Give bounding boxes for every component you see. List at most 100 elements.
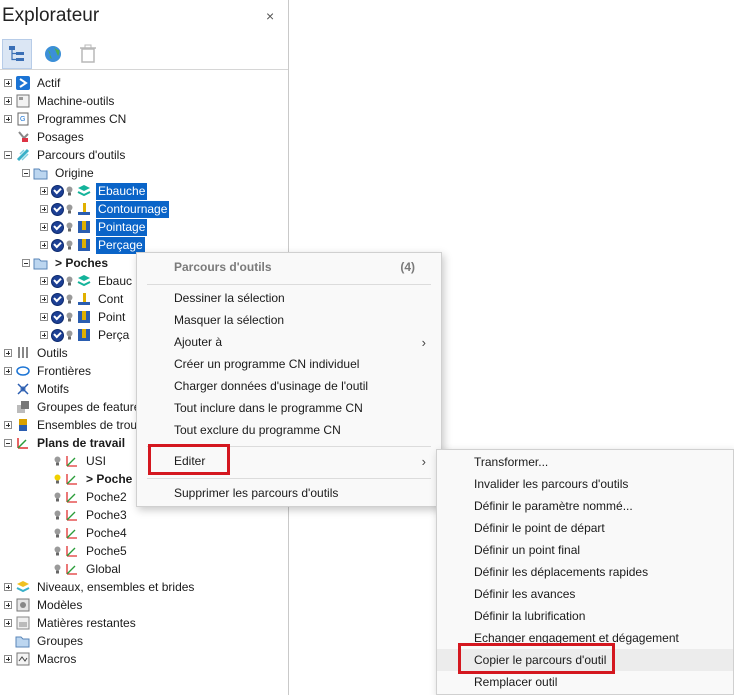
lightbulb-icon[interactable]: [66, 222, 73, 232]
toolpath-item[interactable]: Cont: [40, 290, 125, 308]
lightbulb-icon[interactable]: [54, 510, 61, 520]
toolpath-item[interactable]: Perçage: [40, 236, 145, 254]
collapse-icon[interactable]: [4, 151, 12, 159]
submenu-item-start-point[interactable]: Définir le point de départ: [437, 517, 733, 539]
active-check-icon[interactable]: [51, 292, 64, 306]
active-check-icon[interactable]: [51, 238, 64, 252]
collapse-icon[interactable]: [4, 439, 12, 447]
lightbulb-icon[interactable]: [54, 546, 61, 556]
tree-item-origine[interactable]: Origine: [22, 164, 96, 182]
submenu-item-named-parameter[interactable]: Définir le paramètre nommé...: [437, 495, 733, 517]
active-check-icon[interactable]: [51, 184, 64, 198]
expand-icon[interactable]: [4, 421, 12, 429]
submenu-item-replace-tool[interactable]: Remplacer outil: [437, 671, 733, 693]
lightbulb-icon[interactable]: [66, 330, 73, 340]
expand-icon[interactable]: [40, 223, 48, 231]
submenu-item-feeds[interactable]: Définir les avances: [437, 583, 733, 605]
lightbulb-icon[interactable]: [66, 186, 73, 196]
expand-icon[interactable]: [4, 115, 12, 123]
tree-item-machine-outils[interactable]: Machine-outils: [4, 92, 116, 110]
toolpath-item[interactable]: Ebauche: [40, 182, 148, 200]
workplane-item[interactable]: Global: [54, 560, 123, 578]
tree-item-niveaux[interactable]: Niveaux, ensembles et brides: [4, 578, 196, 596]
lightbulb-icon[interactable]: [66, 240, 73, 250]
menu-item-load-tool-data[interactable]: Charger données d'usinage de l'outil: [137, 375, 441, 397]
lightbulb-icon[interactable]: [66, 276, 73, 286]
tree-item-posages[interactable]: Posages: [4, 128, 86, 146]
toolpath-item[interactable]: Pointage: [40, 218, 148, 236]
submenu-item-transform[interactable]: Transformer...: [437, 451, 733, 473]
tree-item-modeles[interactable]: Modèles: [4, 596, 84, 614]
trash-icon[interactable]: [73, 39, 103, 69]
workplane-item[interactable]: USI: [54, 452, 108, 470]
expand-icon[interactable]: [4, 97, 12, 105]
expand-icon[interactable]: [4, 367, 12, 375]
workplane-item[interactable]: > Poche: [54, 470, 134, 488]
active-check-icon[interactable]: [51, 274, 64, 288]
expand-icon[interactable]: [4, 583, 12, 591]
tree-item-plans-travail[interactable]: Plans de travail: [4, 434, 127, 452]
close-icon[interactable]: ×: [266, 8, 274, 24]
toolpath-item[interactable]: Contournage: [40, 200, 170, 218]
expand-icon[interactable]: [40, 331, 48, 339]
tree-item-matieres[interactable]: Matières restantes: [4, 614, 138, 632]
tree-item-outils[interactable]: Outils: [4, 344, 70, 362]
lightbulb-icon[interactable]: [54, 564, 61, 574]
lightbulb-icon[interactable]: [54, 474, 61, 484]
active-check-icon[interactable]: [51, 220, 64, 234]
expand-icon[interactable]: [4, 601, 12, 609]
lightbulb-icon[interactable]: [54, 492, 61, 502]
menu-item-include-all[interactable]: Tout inclure dans le programme CN: [137, 397, 441, 419]
submenu-item-coolant[interactable]: Définir la lubrification: [437, 605, 733, 627]
expand-icon[interactable]: [4, 79, 12, 87]
lightbulb-icon[interactable]: [66, 294, 73, 304]
expand-icon[interactable]: [40, 205, 48, 213]
tree-view-icon[interactable]: [2, 39, 32, 69]
menu-item-delete-toolpaths[interactable]: Supprimer les parcours d'outils: [137, 482, 441, 504]
tree-item-programmes-cn[interactable]: G Programmes CN: [4, 110, 128, 128]
expand-icon[interactable]: [4, 349, 12, 357]
menu-item-draw-selection[interactable]: Dessiner la sélection: [137, 287, 441, 309]
active-check-icon[interactable]: [51, 328, 64, 342]
lightbulb-icon[interactable]: [66, 204, 73, 214]
workplane-item[interactable]: Poche5: [54, 542, 129, 560]
active-check-icon[interactable]: [51, 310, 64, 324]
expand-icon[interactable]: [4, 619, 12, 627]
workplane-item[interactable]: Poche3: [54, 506, 129, 524]
collapse-icon[interactable]: [22, 169, 30, 177]
submenu-item-invalidate[interactable]: Invalider les parcours d'outils: [437, 473, 733, 495]
tree-item-groupes[interactable]: Groupes: [4, 632, 85, 650]
submenu-item-rapid-moves[interactable]: Définir les déplacements rapides: [437, 561, 733, 583]
toolpath-item[interactable]: Ebauc: [40, 272, 134, 290]
workplane-item[interactable]: Poche4: [54, 524, 129, 542]
tree-item-macros[interactable]: Macros: [4, 650, 78, 668]
menu-item-exclude-all[interactable]: Tout exclure du programme CN: [137, 419, 441, 441]
lightbulb-icon[interactable]: [54, 528, 61, 538]
workplane-item[interactable]: Poche2: [54, 488, 129, 506]
tree-item-ensembles-trous[interactable]: Ensembles de trou: [4, 416, 139, 434]
tree-item-actif[interactable]: Actif: [4, 74, 62, 92]
collapse-icon[interactable]: [22, 259, 30, 267]
tree-item-poches[interactable]: > Poches: [22, 254, 110, 272]
highlight-box-copy: [458, 643, 615, 674]
expand-icon[interactable]: [40, 241, 48, 249]
expand-icon[interactable]: [40, 295, 48, 303]
tree-item-frontieres[interactable]: Frontières: [4, 362, 93, 380]
toolpath-item[interactable]: Perça: [40, 326, 131, 344]
lightbulb-icon[interactable]: [66, 312, 73, 322]
lightbulb-icon[interactable]: [54, 456, 61, 466]
active-check-icon[interactable]: [51, 202, 64, 216]
tree-item-groupes-features[interactable]: Groupes de feature: [4, 398, 142, 416]
menu-item-create-nc-program[interactable]: Créer un programme CN individuel: [137, 353, 441, 375]
submenu-item-end-point[interactable]: Définir un point final: [437, 539, 733, 561]
menu-item-add-to[interactable]: Ajouter à ›: [137, 331, 441, 353]
expand-icon[interactable]: [40, 187, 48, 195]
expand-icon[interactable]: [4, 655, 12, 663]
menu-item-hide-selection[interactable]: Masquer la sélection: [137, 309, 441, 331]
expand-icon[interactable]: [40, 313, 48, 321]
globe-icon[interactable]: [38, 39, 68, 69]
expand-icon[interactable]: [40, 277, 48, 285]
tree-item-motifs[interactable]: Motifs: [4, 380, 71, 398]
tree-item-parcours-outils[interactable]: Parcours d'outils: [4, 146, 127, 164]
toolpath-item[interactable]: Point: [40, 308, 127, 326]
